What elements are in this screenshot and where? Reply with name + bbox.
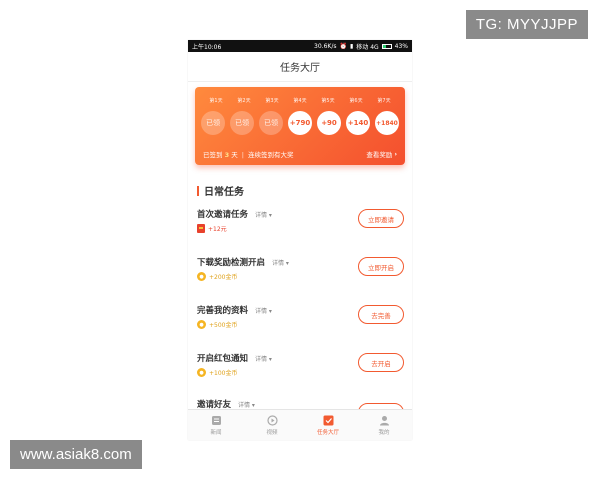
watermark-top: TG: MYYJJPP [465, 10, 588, 39]
chevron-right-icon: › [394, 150, 397, 158]
red-packet-icon [197, 224, 205, 233]
checkin-footer: 已签到 3 天 | 连续签到有大奖 查看奖励 › [203, 149, 397, 159]
tab-me[interactable]: 我的 [364, 415, 404, 436]
coin-icon: ● [197, 368, 206, 377]
news-icon [211, 415, 222, 426]
status-speed: 30.6K/s [314, 42, 337, 50]
invite-now-button[interactable]: 立即邀请 [358, 209, 404, 228]
checkin-reward-day1: 已领 [201, 111, 225, 135]
task-detail-label: 详情 [237, 402, 250, 409]
tab-label: 视频 [266, 429, 278, 436]
checkin-reward-day7[interactable]: +1840 [375, 111, 399, 135]
task-reward: +100金币 [209, 370, 238, 377]
task-row: 完善我的资料 详情 ▾ ● +500金币 去完善 [197, 304, 404, 344]
task-reward: +500金币 [209, 322, 238, 329]
task-detail-label: 详情 [254, 356, 267, 363]
task-name: 下载奖励检测开启 [197, 258, 266, 268]
day-label: 第3天 [265, 98, 279, 104]
section-accent-bar [197, 185, 199, 196]
section-title-text: 日常任务 [204, 187, 244, 198]
day-label: 第2天 [237, 98, 251, 104]
task-icon [323, 415, 334, 426]
task-detail-link[interactable]: 详情 ▾ [272, 260, 289, 267]
checkin-reward-day5[interactable]: +90 [317, 111, 341, 135]
task-row: 下载奖励检测开启 详情 ▾ ● +200金币 立即开启 [197, 256, 404, 296]
task-detail-link[interactable]: 详情 ▾ [255, 308, 272, 315]
section-title: 日常任务 [197, 183, 244, 198]
task-row: 开启红包通知 详情 ▾ ● +100金币 去开启 [197, 352, 404, 392]
task-detail-label: 详情 [254, 308, 267, 315]
tab-task-hall[interactable]: 任务大厅 [308, 415, 348, 436]
coin-icon: ● [197, 320, 206, 329]
status-carrier: 移动 4G [356, 43, 379, 51]
day-label: 第5天 [321, 98, 335, 104]
task-row: 首次邀请任务 详情 ▾ +12元 立即邀请 [197, 208, 404, 248]
bottom-tab-bar: 新闻 视频 任务大厅 我的 [188, 409, 412, 440]
checkin-status: 已签到 3 天 | 连续签到有大奖 [203, 149, 294, 159]
nav-bar: 任务大厅 [188, 52, 412, 82]
status-bar: 上午10:06 30.6K/s ⏰ ▮ 移动 4G 43% [188, 40, 412, 52]
task-detail-link[interactable]: 详情 ▾ [255, 356, 272, 363]
streak-text: 连续签到有大奖 [248, 151, 294, 159]
task-detail-label: 详情 [271, 260, 284, 267]
phone-screen: 上午10:06 30.6K/s ⏰ ▮ 移动 4G 43% 任务大厅 第1天 第… [188, 40, 412, 440]
battery-icon [381, 43, 392, 49]
checkin-rewards: 已领 已领 已领 +790 +90 +140 +1840 [201, 111, 399, 135]
view-rewards-label: 查看奖励 [366, 151, 393, 159]
checkin-card: 第1天 第2天 第3天 第4天 第5天 第6天 第7天 已领 已领 已领 +79… [195, 87, 405, 165]
caret-down-icon: ▾ [251, 402, 255, 409]
day-label: 第7天 [377, 98, 391, 104]
caret-down-icon: ▾ [285, 260, 289, 267]
task-detail-label: 详情 [254, 212, 267, 219]
caret-down-icon: ▾ [268, 308, 272, 315]
page-title: 任务大厅 [280, 63, 320, 74]
user-icon [379, 415, 390, 426]
status-time: 上午10:06 [192, 43, 222, 51]
tab-label: 我的 [378, 429, 390, 436]
checkin-reward-day3: 已领 [259, 111, 283, 135]
separator: | [241, 151, 244, 159]
task-reward: +12元 [208, 226, 227, 233]
day-label: 第6天 [349, 98, 363, 104]
coin-icon: ● [197, 272, 206, 281]
task-name: 开启红包通知 [197, 354, 249, 364]
signal-icon: ▮ [349, 42, 354, 50]
tab-label: 新闻 [210, 429, 222, 436]
alarm-icon: ⏰ [339, 42, 347, 50]
tab-label: 任务大厅 [316, 429, 339, 436]
task-detail-link[interactable]: 详情 ▾ [238, 402, 255, 409]
enable-now-button[interactable]: 立即开启 [358, 257, 404, 276]
signed-prefix: 已签到 [203, 151, 223, 159]
caret-down-icon: ▾ [268, 212, 272, 219]
status-battery: 43% [394, 42, 408, 50]
task-name: 首次邀请任务 [197, 210, 249, 220]
view-rewards-link[interactable]: 查看奖励 › [366, 149, 397, 159]
signed-days: 3 [224, 151, 230, 159]
checkin-day-labels: 第1天 第2天 第3天 第4天 第5天 第6天 第7天 [203, 97, 397, 104]
day-label: 第1天 [209, 98, 223, 104]
task-reward: +200金币 [209, 274, 238, 281]
play-icon [266, 414, 278, 426]
checkin-reward-day2: 已领 [230, 111, 254, 135]
complete-profile-button[interactable]: 去完善 [358, 305, 404, 324]
task-name: 完善我的资料 [197, 306, 249, 316]
tab-video[interactable]: 视频 [252, 414, 292, 436]
caret-down-icon: ▾ [268, 356, 272, 363]
day-label: 第4天 [293, 98, 307, 104]
checkin-reward-day4[interactable]: +790 [288, 111, 312, 135]
enable-notification-button[interactable]: 去开启 [358, 353, 404, 372]
watermark-bottom: www.asiak8.com [10, 440, 142, 469]
checkin-reward-day6[interactable]: +140 [346, 111, 370, 135]
tab-news[interactable]: 新闻 [196, 415, 236, 436]
task-detail-link[interactable]: 详情 ▾ [255, 212, 272, 219]
signed-suffix: 天 [231, 151, 238, 159]
